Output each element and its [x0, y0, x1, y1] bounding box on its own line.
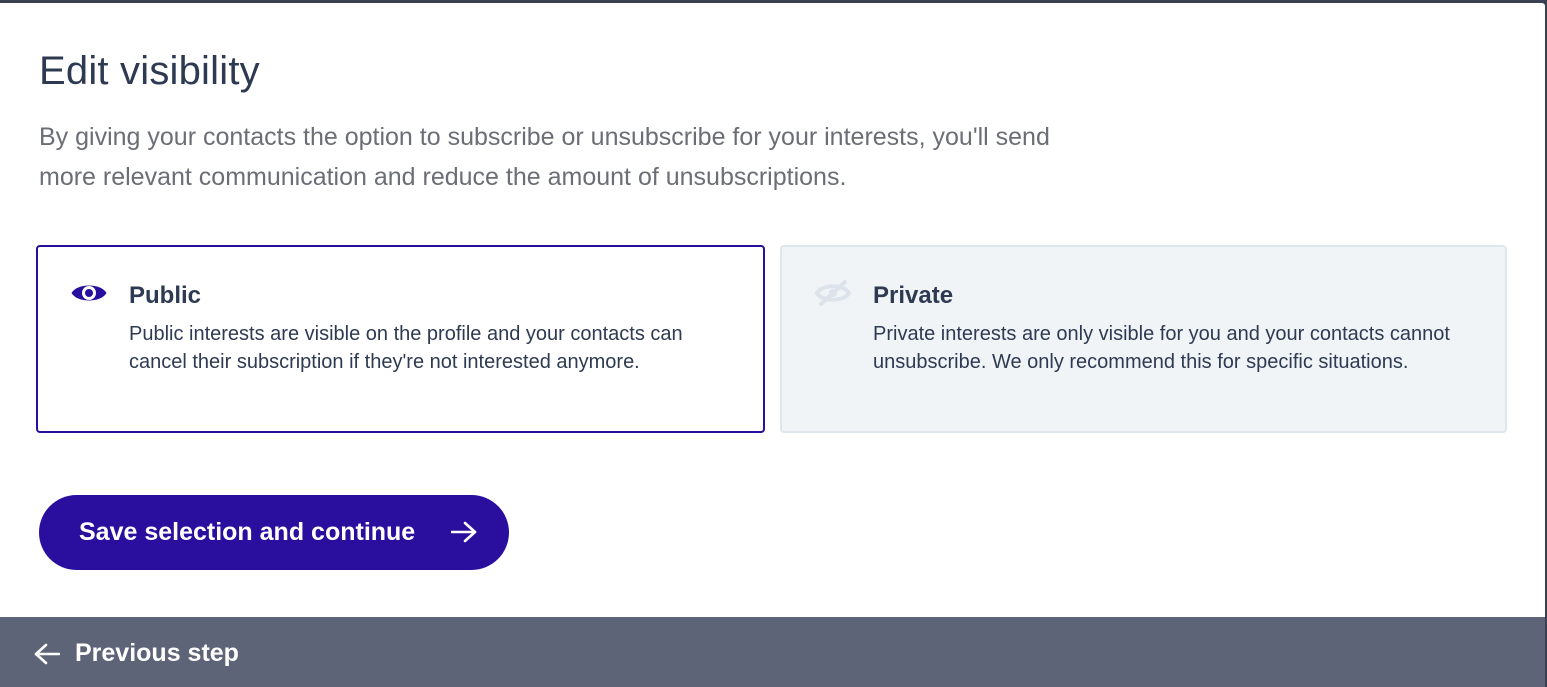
option-title-private: Private	[873, 282, 954, 309]
visibility-option-private[interactable]: Private Private interests are only visib…	[780, 245, 1507, 433]
footer-bar: Previous step	[0, 617, 1545, 687]
arrow-right-icon	[451, 521, 477, 543]
save-button-label: Save selection and continue	[79, 518, 416, 546]
eye-slash-icon	[814, 280, 852, 306]
option-title-public: Public	[129, 282, 202, 309]
save-and-continue-button[interactable]: Save selection and continue	[39, 495, 509, 570]
arrow-left-icon	[34, 643, 60, 665]
option-description-public: Public interests are visible on the prof…	[129, 323, 683, 373]
page-description: By giving your contacts the option to su…	[39, 123, 1050, 191]
previous-step-label: Previous step	[75, 639, 239, 667]
edit-visibility-panel: Edit visibility By giving your contacts …	[0, 3, 1545, 617]
app-frame: Edit visibility By giving your contacts …	[0, 0, 1547, 687]
page-title: Edit visibility	[39, 49, 260, 93]
visibility-option-public[interactable]: Public Public interests are visible on t…	[36, 245, 765, 433]
option-description-private: Private interests are only visible for y…	[873, 323, 1450, 373]
eye-icon	[71, 285, 107, 301]
